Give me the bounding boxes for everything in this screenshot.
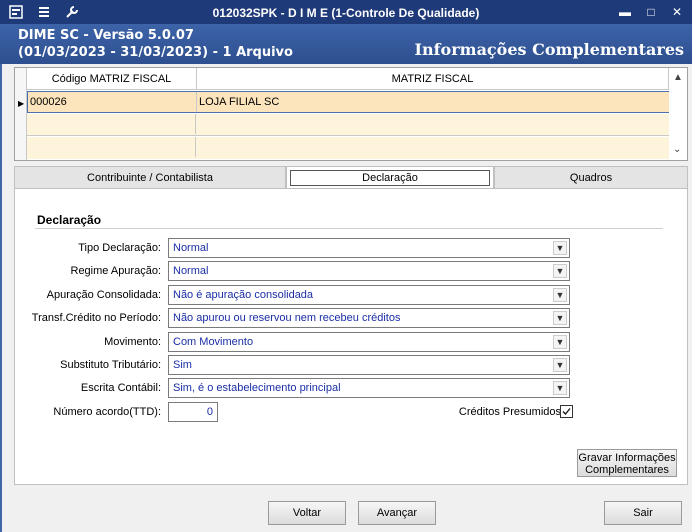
- field-label: Apuração Consolidada:: [46, 289, 161, 301]
- divider: [35, 228, 663, 229]
- row-indicator-column: [15, 68, 27, 160]
- scroll-down-icon[interactable]: ⌄: [673, 144, 681, 155]
- column-header-codigo[interactable]: Código MATRIZ FISCAL: [27, 68, 197, 90]
- select-value: Normal: [173, 265, 209, 277]
- minimize-icon[interactable]: ▬: [616, 3, 634, 20]
- field-label: Tipo Declaração:: [78, 242, 161, 254]
- chevron-down-icon[interactable]: ▼: [553, 358, 567, 372]
- field-label: Número acordo(TTD):: [53, 406, 161, 418]
- period-label: (01/03/2023 - 31/03/2023) - 1 Arquivo: [18, 45, 293, 60]
- empty-row: [27, 137, 684, 159]
- main-window: 012032SPK - D I M E (1-Controle De Quali…: [0, 0, 692, 532]
- scroll-up-icon[interactable]: ▲: [673, 72, 683, 83]
- window-title: 012032SPK - D I M E (1-Controle De Quali…: [212, 6, 480, 20]
- button-label-line1: Gravar Informações: [578, 452, 676, 464]
- field-label: Substituto Tributário:: [60, 359, 161, 371]
- current-row-arrow-icon: ▶: [18, 99, 25, 108]
- title-bar: 012032SPK - D I M E (1-Controle De Quali…: [0, 0, 692, 24]
- row-numero-acordo: Número acordo(TTD): 0 Créditos Presumido…: [15, 402, 689, 422]
- movimento-select[interactable]: Com Movimento ▼: [168, 332, 570, 352]
- chevron-down-icon[interactable]: ▼: [553, 335, 567, 349]
- cell-matriz: LOJA FILIAL SC: [199, 96, 280, 108]
- tab-bar: Contribuinte / Contabilista Declaração Q…: [14, 166, 688, 188]
- sair-button[interactable]: Sair: [604, 501, 682, 525]
- tab-declaracao[interactable]: Declaração: [286, 166, 494, 188]
- chevron-down-icon[interactable]: ▼: [553, 311, 567, 325]
- field-label: Transf.Crédito no Período:: [31, 312, 161, 324]
- chevron-down-icon[interactable]: ▼: [553, 264, 567, 278]
- window-controls: ▬ □ ✕: [616, 3, 686, 20]
- select-value: Sim, é o estabelecimento principal: [173, 382, 341, 394]
- maximize-icon[interactable]: □: [642, 3, 660, 20]
- substituto-tributario-select[interactable]: Sim ▼: [168, 355, 570, 375]
- voltar-button[interactable]: Voltar: [268, 501, 346, 525]
- row-escrita-contabil: Escrita Contábil: Sim, é o estabelecimen…: [15, 378, 689, 398]
- matriz-fiscal-grid[interactable]: Código MATRIZ FISCAL MATRIZ FISCAL 00002…: [14, 67, 688, 161]
- column-header-matriz[interactable]: MATRIZ FISCAL: [197, 68, 669, 90]
- chevron-down-icon[interactable]: ▼: [553, 288, 567, 302]
- row-regime-apuracao: Regime Apuração: Normal ▼: [15, 261, 689, 281]
- empty-row: [27, 114, 684, 136]
- grid-scrollbar[interactable]: ▲ ⌄: [669, 68, 687, 160]
- apuracao-consolidada-select[interactable]: Não é apuração consolidada ▼: [168, 285, 570, 305]
- close-icon[interactable]: ✕: [668, 3, 686, 20]
- field-label: Movimento:: [104, 336, 161, 348]
- row-apuracao-consolidada: Apuração Consolidada: Não é apuração con…: [15, 285, 689, 305]
- select-value: Normal: [173, 242, 209, 254]
- declaracao-panel: Declaração Tipo Declaração: Normal ▼ Reg…: [14, 188, 688, 485]
- section-heading: Informações Complementares: [414, 40, 684, 59]
- transf-credito-select[interactable]: Não apurou ou reservou nem recebeu crédi…: [168, 308, 570, 328]
- tab-label: Contribuinte / Contabilista: [87, 172, 213, 184]
- regime-apuracao-select[interactable]: Normal ▼: [168, 261, 570, 281]
- select-value: Não apurou ou reservou nem recebeu crédi…: [173, 312, 401, 324]
- empty-cell: [27, 137, 196, 157]
- field-label: Regime Apuração:: [70, 265, 162, 277]
- chevron-down-icon[interactable]: ▼: [553, 241, 567, 255]
- tipo-declaracao-select[interactable]: Normal ▼: [168, 238, 570, 258]
- escrita-contabil-select[interactable]: Sim, é o estabelecimento principal ▼: [168, 378, 570, 398]
- row-substituto-tributario: Substituto Tributário: Sim ▼: [15, 355, 689, 375]
- tab-label: Quadros: [569, 172, 613, 184]
- header-band: DIME SC - Versão 5.0.07 (01/03/2023 - 31…: [0, 24, 692, 64]
- button-label-line2: Complementares: [585, 464, 669, 476]
- gravar-informacoes-button[interactable]: Gravar Informações Complementares: [577, 449, 677, 477]
- creditos-presumidos-label: Créditos Presumidos: [458, 406, 561, 418]
- version-label: DIME SC - Versão 5.0.07: [18, 28, 194, 43]
- row-tipo-declaracao: Tipo Declaração: Normal ▼: [15, 238, 689, 258]
- field-label: Escrita Contábil:: [80, 382, 161, 394]
- select-value: Com Movimento: [173, 336, 254, 348]
- table-row[interactable]: 000026 LOJA FILIAL SC: [27, 91, 684, 113]
- checkmark-icon: [562, 408, 571, 415]
- avancar-button[interactable]: Avançar: [358, 501, 436, 525]
- tab-quadros[interactable]: Quadros: [494, 166, 688, 188]
- section-title: Declaração: [37, 213, 102, 227]
- chevron-down-icon[interactable]: ▼: [553, 381, 567, 395]
- select-value: Sim: [173, 359, 192, 371]
- select-value: Não é apuração consolidada: [173, 289, 314, 301]
- left-border: [0, 64, 2, 532]
- numero-acordo-input[interactable]: 0: [168, 402, 218, 422]
- row-movimento: Movimento: Com Movimento ▼: [15, 332, 689, 352]
- cell-codigo: 000026: [28, 92, 197, 112]
- tab-label: Declaração: [290, 170, 490, 186]
- creditos-presumidos-checkbox[interactable]: [560, 405, 573, 418]
- tab-contribuinte[interactable]: Contribuinte / Contabilista: [14, 166, 286, 188]
- row-transf-credito: Transf.Crédito no Período: Não apurou ou…: [15, 308, 689, 328]
- empty-cell: [27, 114, 196, 134]
